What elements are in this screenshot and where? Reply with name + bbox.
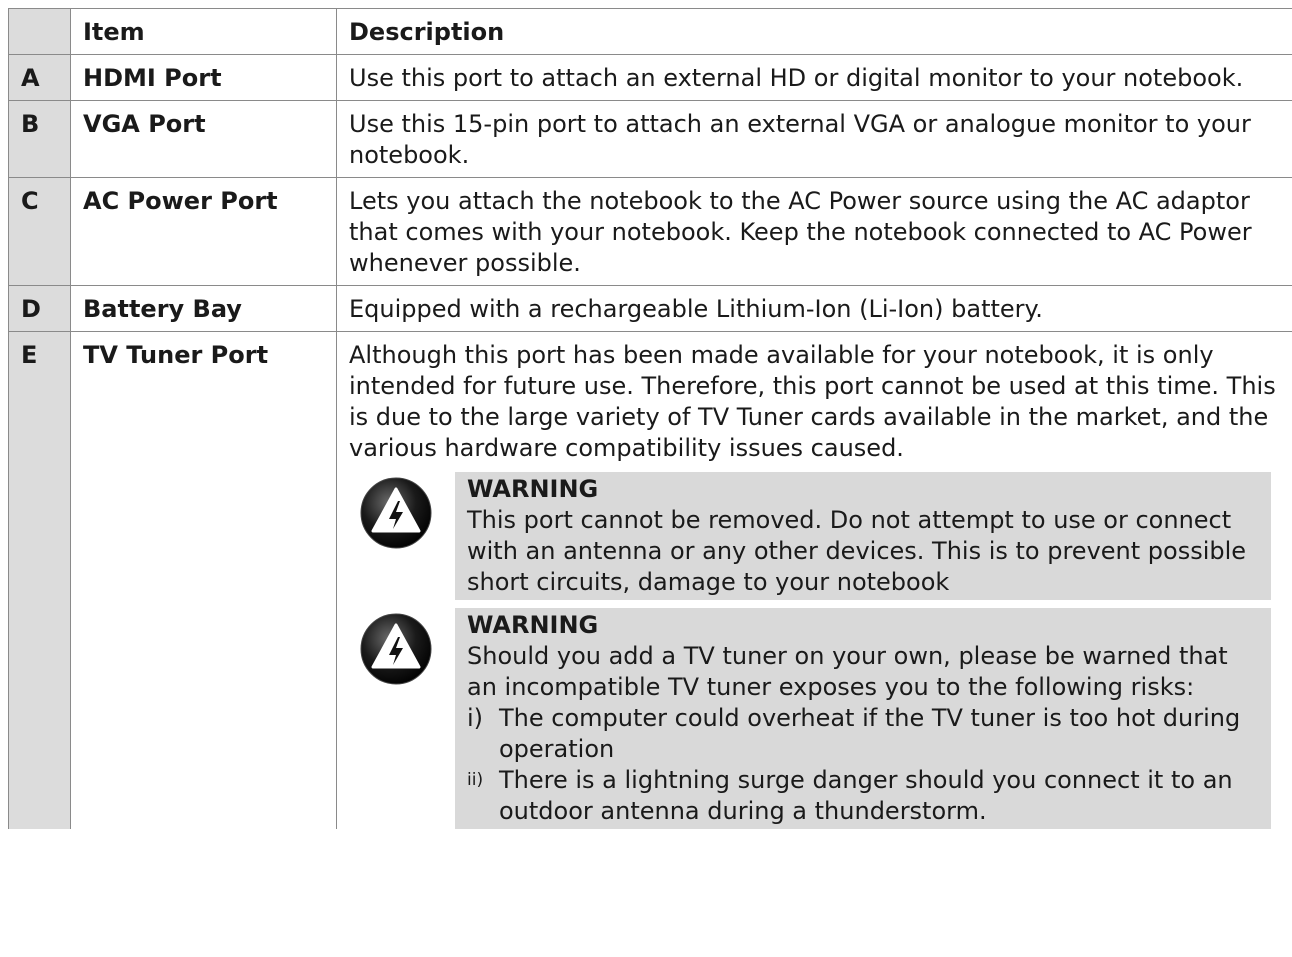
warning-text: Should you add a TV tuner on your own, p…	[467, 642, 1228, 701]
risk-number: i)	[467, 704, 484, 732]
table-header-row: Item Description	[8, 8, 1292, 55]
row-letter: E	[8, 331, 71, 829]
row-item: Battery Bay	[70, 285, 337, 332]
row-letter: B	[8, 100, 71, 178]
risk-text: There is a lightning surge danger should…	[499, 766, 1233, 825]
row-description-block: Although this port has been made availab…	[336, 331, 1292, 829]
row-description: Although this port has been made availab…	[349, 341, 1276, 462]
table-row: D Battery Bay Equipped with a rechargeab…	[8, 285, 1292, 332]
row-description: Lets you attach the notebook to the AC P…	[336, 177, 1292, 286]
warning-box: WARNING Should you add a TV tuner on you…	[455, 608, 1271, 829]
row-letter: A	[8, 54, 71, 101]
risk-item: i) The computer could overheat if the TV…	[467, 703, 1261, 765]
header-item: Item	[70, 8, 337, 55]
row-description: Use this 15-pin port to attach an extern…	[336, 100, 1292, 178]
row-item: TV Tuner Port	[70, 331, 337, 829]
risk-item: ii) There is a lightning surge danger sh…	[467, 765, 1261, 827]
row-description: Use this port to attach an external HD o…	[336, 54, 1292, 101]
warning-lightning-icon	[360, 613, 432, 685]
ports-table: Item Description A HDMI Port Use this po…	[8, 8, 1292, 829]
warning-title: WARNING	[467, 475, 599, 503]
row-description: Equipped with a rechargeable Lithium-Ion…	[336, 285, 1292, 332]
risk-text: The computer could overheat if the TV tu…	[499, 704, 1241, 763]
row-letter: D	[8, 285, 71, 332]
table-row: B VGA Port Use this 15-pin port to attac…	[8, 100, 1292, 178]
warning-box: WARNING This port cannot be removed. Do …	[455, 472, 1271, 600]
table-row: C AC Power Port Lets you attach the note…	[8, 177, 1292, 286]
risk-number: ii)	[467, 770, 484, 790]
warning-text: This port cannot be removed. Do not atte…	[467, 506, 1247, 596]
row-letter: C	[8, 177, 71, 286]
table-row: A HDMI Port Use this port to attach an e…	[8, 54, 1292, 101]
row-item: VGA Port	[70, 100, 337, 178]
row-item: HDMI Port	[70, 54, 337, 101]
warning-callout: WARNING Should you add a TV tuner on you…	[359, 608, 1271, 829]
row-item: AC Power Port	[70, 177, 337, 286]
header-description: Description	[336, 8, 1292, 55]
warning-title: WARNING	[467, 611, 599, 639]
warning-lightning-icon	[360, 477, 432, 549]
table-row: E TV Tuner Port Although this port has b…	[8, 331, 1292, 829]
header-letter	[8, 8, 71, 55]
warning-callout: WARNING This port cannot be removed. Do …	[359, 472, 1271, 600]
